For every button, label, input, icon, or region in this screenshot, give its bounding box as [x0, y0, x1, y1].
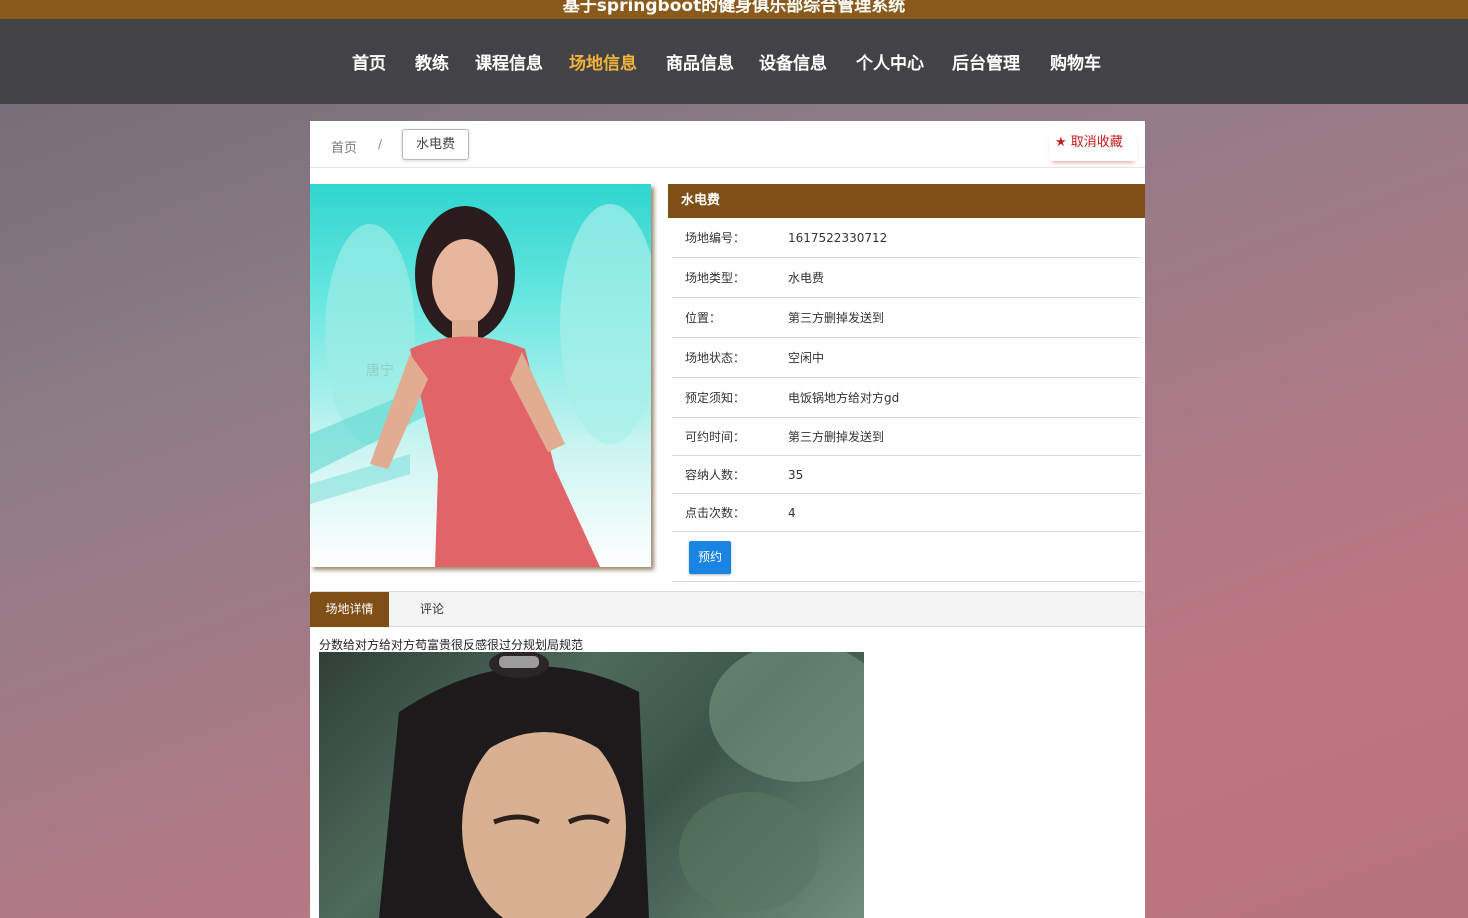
unfavorite-button[interactable]: ★ 取消收藏 — [1049, 128, 1137, 161]
info-row-status: 场地状态： 空闲中 — [672, 338, 1141, 378]
info-key: 场地状态： — [685, 351, 746, 365]
info-value: 35 — [788, 468, 804, 482]
booking-row: 预约 — [672, 532, 1141, 582]
info-row-available-time: 可约时间： 第三方删掉发送到 — [672, 418, 1141, 456]
breadcrumb-home[interactable]: 首页 — [331, 137, 357, 156]
detail-image-illustration — [379, 652, 864, 918]
info-value: 空闲中 — [788, 351, 825, 365]
main-nav: 首页 教练 课程信息 场地信息 商品信息 设备信息 个人中心 后台管理 购物车 — [0, 19, 1468, 104]
venue-info-table: 水电费 场地编号： 1617522330712 场地类型： 水电费 位置： 第三… — [668, 184, 1145, 582]
venue-photo: 唐宁 — [310, 184, 651, 567]
info-row-id: 场地编号： 1617522330712 — [672, 218, 1141, 258]
info-value: 1617522330712 — [788, 231, 888, 245]
info-row-location: 位置： 第三方删掉发送到 — [672, 298, 1141, 338]
detail-tabs: 场地详情 评论 — [310, 591, 1145, 627]
nav-item-cart[interactable]: 购物车 — [1050, 49, 1101, 74]
nav-item-coach[interactable]: 教练 — [415, 49, 449, 74]
info-key: 可约时间： — [685, 430, 746, 444]
nav-item-venues[interactable]: 场地信息 — [569, 49, 637, 74]
info-value: 第三方删掉发送到 — [788, 311, 885, 325]
breadcrumb-separator: / — [378, 137, 383, 151]
venue-title: 水电费 — [668, 184, 1145, 218]
info-row-clicks: 点击次数： 4 — [672, 494, 1141, 532]
nav-item-home[interactable]: 首页 — [352, 49, 386, 74]
nav-item-products[interactable]: 商品信息 — [666, 49, 734, 74]
breadcrumb-divider — [310, 167, 1145, 168]
nav-item-profile[interactable]: 个人中心 — [856, 49, 924, 74]
info-value: 第三方删掉发送到 — [788, 430, 885, 444]
info-value: 水电费 — [788, 271, 825, 285]
info-row-type: 场地类型： 水电费 — [672, 258, 1141, 298]
info-key: 预定须知： — [685, 391, 746, 405]
breadcrumb-current: 水电费 — [402, 129, 469, 160]
unfavorite-label: 取消收藏 — [1070, 135, 1123, 150]
nav-item-admin[interactable]: 后台管理 — [952, 49, 1020, 74]
site-title: 基于springboot的健身俱乐部综合管理系统 — [562, 0, 906, 16]
info-key: 点击次数： — [685, 506, 746, 520]
info-value: 4 — [788, 506, 796, 520]
info-key: 场地编号： — [685, 231, 746, 245]
book-button[interactable]: 预约 — [689, 541, 731, 574]
info-key: 场地类型： — [685, 271, 746, 285]
venue-description: 分数给对方给对方苟富贵很反感很过分规划局规范 — [319, 638, 584, 652]
info-value: 电饭锅地方给对方gd — [788, 391, 900, 405]
site-title-bar: 基于springboot的健身俱乐部综合管理系统 — [0, 0, 1468, 19]
venue-detail-image — [319, 652, 864, 918]
venue-photo-illustration — [310, 204, 651, 567]
tab-venue-details[interactable]: 场地详情 — [310, 592, 389, 627]
info-row-notice: 预定须知： 电饭锅地方给对方gd — [672, 378, 1141, 418]
info-row-capacity: 容纳人数： 35 — [672, 456, 1141, 494]
tab-comments[interactable]: 评论 — [406, 592, 458, 627]
venue-detail-panel: 首页 / 水电费 ★ 取消收藏 唐宁 水电费 场地编号： 16175223307… — [310, 121, 1145, 918]
nav-item-equipment[interactable]: 设备信息 — [759, 49, 827, 74]
star-icon: ★ — [1055, 135, 1067, 150]
nav-item-courses[interactable]: 课程信息 — [475, 49, 543, 74]
info-key: 位置： — [685, 311, 722, 325]
info-key: 容纳人数： — [685, 468, 746, 482]
photo-caption: 唐宁 — [366, 363, 394, 379]
